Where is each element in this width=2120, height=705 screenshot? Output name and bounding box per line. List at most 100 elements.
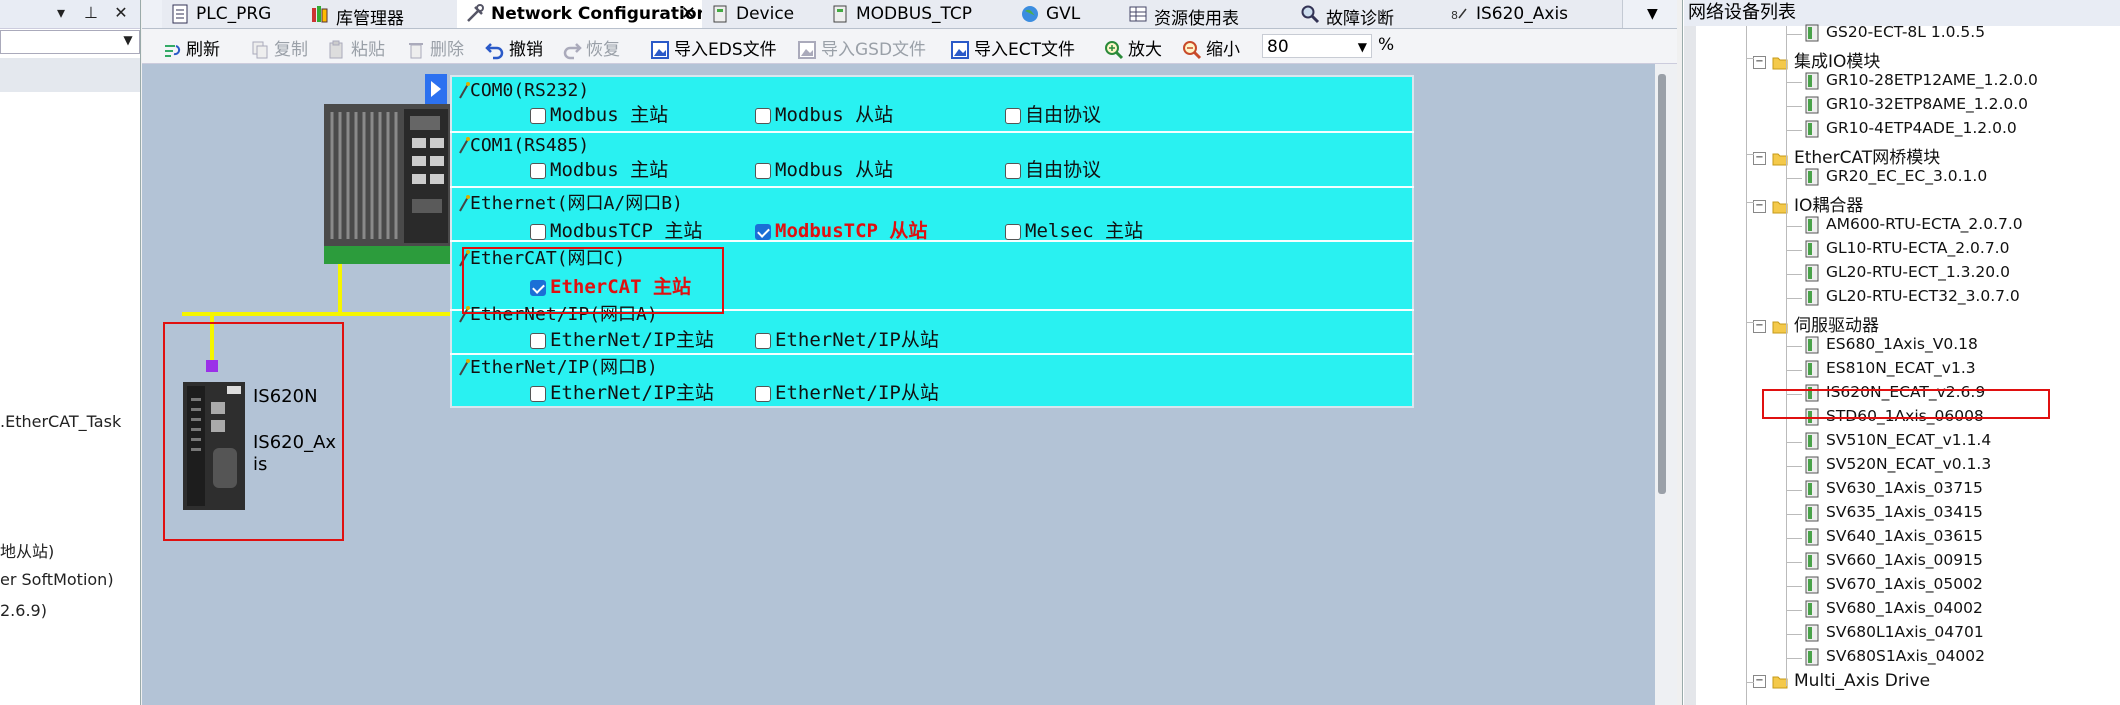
ethernetip-master-option[interactable]: EtherNet/IP主站	[530, 325, 714, 352]
close-icon[interactable]: ✕	[112, 4, 130, 22]
tree-device-item[interactable]: SV680S1Axis_04002	[1804, 647, 1985, 666]
tree-device-item[interactable]: GL10-RTU-ECTA_2.0.7.0	[1804, 239, 2009, 258]
checkbox[interactable]	[530, 385, 546, 402]
checkbox[interactable]	[1005, 107, 1021, 124]
tree-device-item[interactable]: SV630_1Axis_03715	[1804, 479, 1983, 498]
refresh-button[interactable]: 刷新	[162, 35, 220, 60]
collapse-toggle-icon[interactable]: −	[1753, 151, 1766, 165]
tab-device[interactable]: Device	[702, 0, 823, 28]
tree-label: GR20_EC_EC_3.0.1.0	[1826, 167, 1988, 185]
chevron-down-icon[interactable]: ▼	[119, 33, 137, 49]
tab-network-configuration[interactable]: Network Configuration ✕	[457, 0, 709, 28]
tree-folder[interactable]: − 集成IO模块	[1753, 47, 1880, 72]
selected-tree-row[interactable]	[0, 58, 140, 92]
tree-device-item[interactable]: SV670_1Axis_05002	[1804, 575, 1983, 594]
tree-folder[interactable]: − 伺服驱动器	[1753, 311, 1879, 336]
tab-plc-prg[interactable]: PLC_PRG	[162, 0, 303, 28]
left-tree-item[interactable]: .EtherCAT_Task	[0, 412, 121, 431]
device-module-icon	[1805, 240, 1819, 257]
tree-device-item[interactable]: SV680L1Axis_04701	[1804, 623, 1984, 642]
tree-connector-line	[1786, 82, 1802, 83]
close-tab-icon[interactable]: ✕	[681, 3, 696, 24]
checkbox[interactable]	[1005, 223, 1021, 240]
modbus-slave-option[interactable]: Modbus 从站	[755, 155, 893, 182]
collapse-panel-button[interactable]	[425, 74, 447, 104]
tree-device-item[interactable]: SV520N_ECAT_v0.1.3	[1804, 455, 1991, 474]
tab-list-dropdown-icon[interactable]: ▼	[1647, 6, 1658, 22]
checkbox[interactable]	[530, 162, 546, 179]
delete-button[interactable]: 删除	[406, 35, 464, 60]
checkbox[interactable]	[530, 223, 546, 240]
tree-device-item[interactable]: SV510N_ECAT_v1.1.4	[1804, 431, 1991, 450]
tree-folder[interactable]: − EtherCAT网桥模块	[1753, 143, 1940, 168]
tree-connector-line	[1786, 226, 1802, 227]
tree-device-item[interactable]: SV680_1Axis_04002	[1804, 599, 1983, 618]
tree-folder[interactable]: − Multi_Axis Drive	[1753, 671, 1930, 691]
import-gsd-button[interactable]: 导入GSD文件	[797, 35, 926, 60]
checkbox[interactable]	[530, 107, 546, 124]
left-tree-item[interactable]: er SoftMotion)	[0, 570, 114, 589]
tree-device-item[interactable]: ES810N_ECAT_v1.3	[1804, 359, 1976, 378]
tab-gvl[interactable]: GVL	[1012, 0, 1121, 28]
tree-device-item[interactable]: GR10-4ETP4ADE_1.2.0.0	[1804, 119, 2017, 138]
checkbox[interactable]	[1005, 162, 1021, 179]
zoom-level-select[interactable]: 80 ▼	[1262, 34, 1372, 58]
modbus-master-option[interactable]: Modbus 主站	[530, 100, 668, 127]
paste-button[interactable]: 粘贴	[327, 35, 385, 60]
left-pane-selector[interactable]: ▼	[0, 30, 140, 54]
zoom-in-button[interactable]: 放大	[1104, 35, 1162, 60]
tab-library-manager[interactable]: 库管理器	[302, 0, 458, 29]
tree-device-item[interactable]: SV660_1Axis_00915	[1804, 551, 1983, 570]
tree-device-item[interactable]: GS20-ECT-8L 1.0.5.5	[1804, 23, 1985, 42]
free-protocol-option[interactable]: 自由协议	[1005, 155, 1101, 182]
tree-device-item[interactable]: SV635_1Axis_03415	[1804, 503, 1983, 522]
modbustcp-slave-option[interactable]: ModbusTCP 从站	[755, 216, 927, 243]
redo-button[interactable]: 恢复	[562, 35, 620, 60]
chevron-down-icon[interactable]: ▼	[1358, 35, 1367, 59]
modbus-master-option[interactable]: Modbus 主站	[530, 155, 668, 182]
modbus-slave-option[interactable]: Modbus 从站	[755, 100, 893, 127]
plc-controller-image[interactable]	[324, 104, 450, 264]
ethernetip-master-option[interactable]: EtherNet/IP主站	[530, 378, 714, 405]
tab-fault-diagnosis[interactable]: 故障诊断	[1292, 0, 1443, 29]
import-eds-button[interactable]: 导入EDS文件	[650, 35, 777, 60]
checkbox[interactable]	[755, 162, 771, 179]
zoom-out-button[interactable]: 缩小	[1182, 35, 1240, 60]
checkbox[interactable]	[755, 385, 771, 402]
dropdown-arrow-icon[interactable]: ▾	[52, 4, 70, 22]
tree-device-item[interactable]: ES680_1Axis_V0.18	[1804, 335, 1978, 354]
tree-device-item[interactable]: GR20_EC_EC_3.0.1.0	[1804, 167, 1987, 186]
tab-is620-axis[interactable]: 8 IS620_Axis	[1442, 0, 1623, 28]
collapse-toggle-icon[interactable]: −	[1753, 199, 1766, 213]
melsec-master-option[interactable]: Melsec 主站	[1005, 216, 1143, 243]
ethernetip-slave-option[interactable]: EtherNet/IP从站	[755, 378, 939, 405]
tab-resource-usage[interactable]: 资源使用表	[1120, 0, 1293, 29]
undo-button[interactable]: 撤销	[485, 35, 543, 60]
tree-folder[interactable]: − IO耦合器	[1753, 191, 1863, 216]
tree-device-item[interactable]: GR10-32ETP8AME_1.2.0.0	[1804, 95, 2028, 114]
copy-button[interactable]: 复制	[250, 35, 308, 60]
tab-modbus-tcp[interactable]: MODBUS_TCP	[822, 0, 1013, 28]
checkbox[interactable]	[755, 332, 771, 349]
collapse-toggle-icon[interactable]: −	[1753, 674, 1766, 688]
modbustcp-master-option[interactable]: ModbusTCP 主站	[530, 216, 702, 243]
checkbox[interactable]	[530, 332, 546, 349]
tree-device-item[interactable]: AM600-RTU-ECTA_2.0.7.0	[1804, 215, 2023, 234]
pin-icon[interactable]: ⊥	[82, 4, 100, 22]
collapse-toggle-icon[interactable]: −	[1753, 319, 1766, 333]
collapse-toggle-icon[interactable]: −	[1753, 55, 1766, 69]
tree-device-item[interactable]: GL20-RTU-ECT_1.3.20.0	[1804, 263, 2010, 282]
checkbox[interactable]	[755, 107, 771, 124]
tree-device-item[interactable]: GR10-28ETP12AME_1.2.0.0	[1804, 71, 2038, 90]
scrollbar-thumb[interactable]	[1658, 74, 1666, 494]
pane-splitter[interactable]	[1684, 26, 1696, 705]
free-protocol-option[interactable]: 自由协议	[1005, 100, 1101, 127]
tree-device-item[interactable]: GL20-RTU-ECT32_3.0.7.0	[1804, 287, 2020, 306]
import-ect-button[interactable]: 导入ECT文件	[950, 35, 1075, 60]
tree-device-item[interactable]: SV640_1Axis_03615	[1804, 527, 1983, 546]
left-tree-item[interactable]: 地从站)	[0, 538, 54, 562]
ethernetip-slave-option[interactable]: EtherNet/IP从站	[755, 325, 939, 352]
tree-label: SV520N_ECAT_v0.1.3	[1826, 455, 1992, 473]
checkbox-checked[interactable]	[755, 223, 771, 240]
left-tree-item[interactable]: 2.6.9)	[0, 601, 47, 620]
